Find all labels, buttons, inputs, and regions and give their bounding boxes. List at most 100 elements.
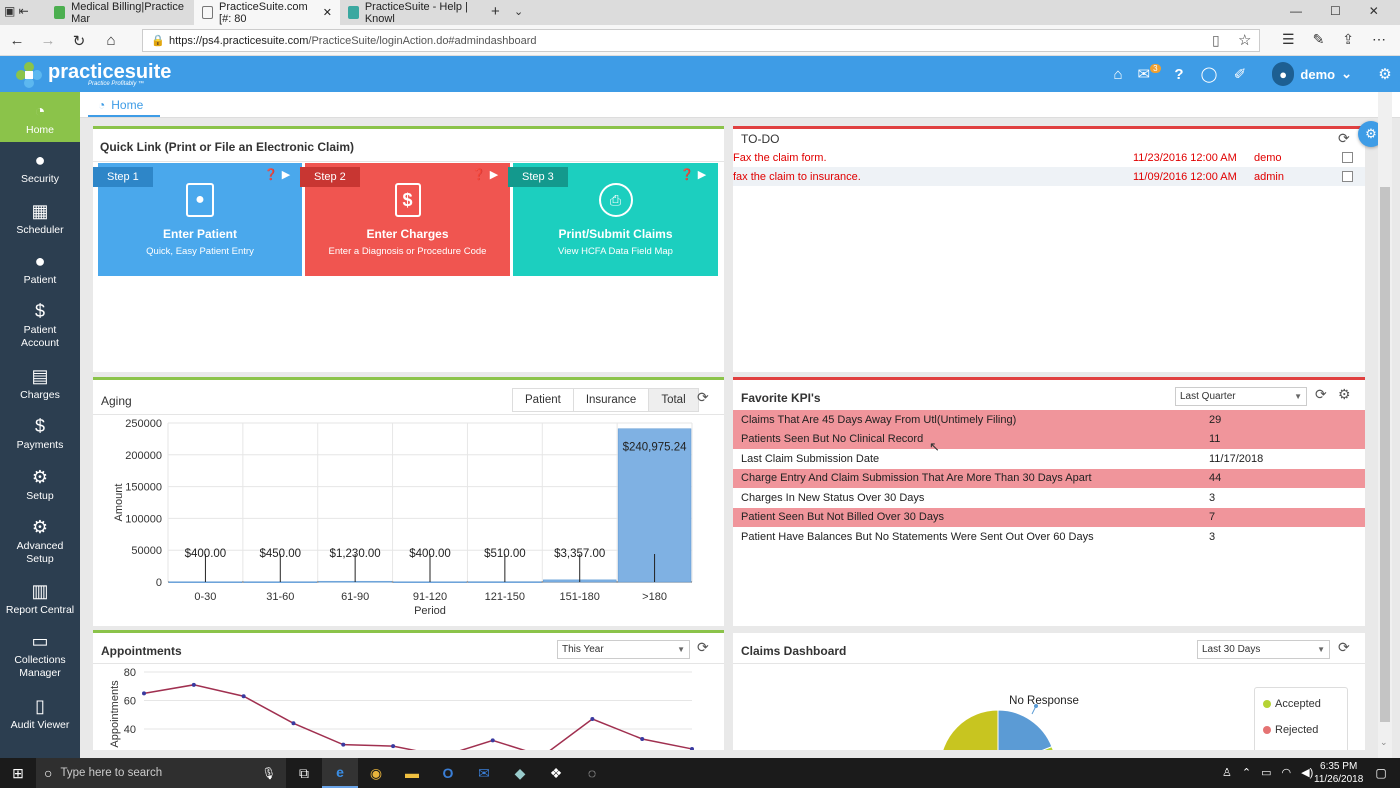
- kpi-name: Last Claim Submission Date: [733, 453, 1209, 465]
- more-icon[interactable]: ⋯: [1372, 31, 1386, 48]
- battery-icon[interactable]: ▭: [1261, 766, 1271, 779]
- refresh-icon[interactable]: ⟳: [1338, 130, 1350, 147]
- app-logo[interactable]: practicesuite Practice Profitably ™: [14, 60, 171, 90]
- chevron-up-icon[interactable]: ⌃: [1242, 766, 1251, 779]
- home-icon[interactable]: ⌂: [1108, 56, 1128, 92]
- help-icon[interactable]: ?: [1170, 56, 1188, 92]
- todo-row[interactable]: fax the claim to insurance. 11/09/2016 1…: [733, 167, 1365, 186]
- mail-icon[interactable]: ✉3: [1138, 56, 1160, 92]
- sidebar-item-setup[interactable]: ⚙Setup: [0, 466, 80, 503]
- tab-actions-icon[interactable]: ▣ ⇤: [4, 4, 29, 18]
- video-icon[interactable]: ▶: [698, 168, 706, 181]
- sidebar-item-audit-viewer[interactable]: ▯Audit Viewer: [0, 695, 80, 732]
- video-icon[interactable]: ▶: [490, 168, 498, 181]
- browser-tab-2[interactable]: PracticeSuite.com [#: 80 ✕: [194, 0, 340, 25]
- maximize-icon[interactable]: ☐: [1330, 4, 1341, 18]
- close-icon[interactable]: ✕: [323, 6, 332, 19]
- new-tab-icon[interactable]: +: [491, 3, 500, 20]
- edge-icon[interactable]: e: [322, 758, 358, 788]
- file-explorer-icon[interactable]: ▬: [394, 758, 430, 788]
- aging-tab-patient[interactable]: Patient: [513, 389, 573, 411]
- sidebar-item-patient[interactable]: ●Patient: [0, 250, 80, 287]
- chat-icon[interactable]: ◯: [1198, 56, 1220, 92]
- sidebar-item-report-central[interactable]: ▥Report Central: [0, 580, 80, 617]
- kpi-row[interactable]: Patient Seen But Not Billed Over 30 Days…: [733, 508, 1365, 528]
- kpi-row[interactable]: Patients Seen But No Clinical Record11: [733, 430, 1365, 450]
- favorite-star-icon[interactable]: ☆: [1238, 31, 1251, 49]
- help-icon[interactable]: ❓: [264, 168, 278, 181]
- todo-checkbox[interactable]: [1342, 152, 1353, 163]
- outlook-alt-icon[interactable]: ✉: [466, 758, 502, 788]
- forward-arrow-icon[interactable]: →: [33, 25, 63, 56]
- sidebar-item-charges[interactable]: ▤Charges: [0, 365, 80, 402]
- people-icon[interactable]: ♙: [1222, 766, 1232, 779]
- outlook-icon[interactable]: O: [430, 758, 466, 788]
- scrollbar-thumb[interactable]: [1380, 187, 1390, 722]
- volume-icon[interactable]: ◀): [1301, 766, 1313, 779]
- sidebar-item-patient-account[interactable]: $Patient Account: [0, 300, 80, 350]
- sidebar-item-advanced-setup[interactable]: ⚙Advanced Setup: [0, 516, 80, 566]
- home-browser-icon[interactable]: ⌂: [96, 25, 126, 56]
- page-scrollbar[interactable]: ⌄: [1378, 92, 1392, 758]
- step-help[interactable]: ❓▶: [680, 168, 706, 181]
- share-icon[interactable]: ⇪: [1342, 31, 1354, 48]
- sidebar-item-home[interactable]: ◔Home: [0, 92, 80, 142]
- kpi-row[interactable]: Last Claim Submission Date11/17/2018: [733, 449, 1365, 469]
- breadcrumb-home[interactable]: ◔Home: [98, 98, 143, 112]
- step-help[interactable]: ❓▶: [472, 168, 498, 181]
- todo-row[interactable]: Fax the claim form. 11/23/2016 12:00 AM …: [733, 148, 1365, 167]
- sidebar-item-scheduler[interactable]: ▦Scheduler: [0, 200, 80, 237]
- refresh-icon[interactable]: ⟳: [697, 389, 709, 406]
- legend-item[interactable]: Rejected: [1263, 724, 1347, 736]
- favorites-hub-icon[interactable]: ☰: [1282, 31, 1295, 48]
- gear-icon[interactable]: ⚙: [1338, 386, 1351, 403]
- browser-tab-1[interactable]: Medical Billing|Practice Mar: [46, 0, 194, 25]
- clock[interactable]: 6:35 PM 11/26/2018: [1314, 760, 1363, 786]
- taskbar-search[interactable]: ○ Type here to search 🎙: [36, 758, 286, 788]
- user-menu[interactable]: ● demo ⌄: [1272, 56, 1352, 92]
- kpi-row[interactable]: Claims That Are 45 Days Away From Utl(Un…: [733, 410, 1365, 430]
- appointments-period-select[interactable]: This Year▼: [557, 640, 690, 659]
- sidebar-item-collections-manager[interactable]: ▭Collections Manager: [0, 630, 80, 680]
- gears-icon[interactable]: ⚙: [1374, 56, 1396, 92]
- refresh-icon[interactable]: ⟳: [1315, 386, 1327, 403]
- app-grid-icon[interactable]: ❖: [538, 758, 574, 788]
- step-help[interactable]: ❓▶: [264, 168, 290, 181]
- back-arrow-icon[interactable]: ←: [2, 25, 32, 56]
- browser-tab-3[interactable]: PracticeSuite - Help | Knowl: [340, 0, 486, 25]
- kpi-row[interactable]: Charge Entry And Claim Submission That A…: [733, 469, 1365, 489]
- pen-icon[interactable]: ✎: [1313, 31, 1325, 48]
- scroll-down-icon[interactable]: ⌄: [1380, 737, 1388, 748]
- todo-checkbox[interactable]: [1342, 171, 1353, 182]
- kpi-period-select[interactable]: Last Quarter▼: [1175, 387, 1307, 406]
- aging-tab-total[interactable]: Total: [648, 389, 697, 411]
- kpi-row[interactable]: Patient Have Balances But No Statements …: [733, 527, 1365, 547]
- task-view-icon[interactable]: ⧉: [286, 758, 322, 788]
- chrome-icon[interactable]: ◉: [358, 758, 394, 788]
- chevron-down-icon[interactable]: ⌄: [514, 5, 523, 18]
- help-icon[interactable]: ❓: [472, 168, 486, 181]
- url-input[interactable]: 🔒 https://ps4.practicesuite.com/Practice…: [142, 29, 1260, 52]
- kpi-row[interactable]: Charges In New Status Over 30 Days3: [733, 488, 1365, 508]
- sidebar-item-security[interactable]: ●Security: [0, 149, 80, 186]
- notifications-icon[interactable]: ▢: [1366, 758, 1396, 788]
- minimize-icon[interactable]: —: [1290, 4, 1302, 18]
- close-window-icon[interactable]: ✕: [1369, 4, 1379, 18]
- refresh-icon[interactable]: ⟳: [1338, 639, 1350, 656]
- refresh-icon[interactable]: ↻: [64, 25, 94, 56]
- app-circle-icon[interactable]: ◌: [574, 758, 610, 788]
- help-icon[interactable]: ❓: [680, 168, 694, 181]
- app-icon[interactable]: ◆: [502, 758, 538, 788]
- ticket-icon[interactable]: ✐: [1230, 56, 1250, 92]
- reading-view-icon[interactable]: ▯: [1212, 32, 1220, 49]
- legend-item[interactable]: Accepted: [1263, 698, 1347, 710]
- sidebar-item-payments[interactable]: $Payments: [0, 415, 80, 452]
- logo-mark-icon: [14, 60, 44, 90]
- video-icon[interactable]: ▶: [282, 168, 290, 181]
- network-icon[interactable]: ◠: [1282, 766, 1292, 779]
- claims-period-select[interactable]: Last 30 Days▼: [1197, 640, 1330, 659]
- aging-tab-insurance[interactable]: Insurance: [573, 389, 649, 411]
- windows-start-icon[interactable]: ⊞: [0, 758, 36, 788]
- refresh-icon[interactable]: ⟳: [697, 639, 709, 656]
- microphone-icon[interactable]: 🎙: [261, 766, 286, 780]
